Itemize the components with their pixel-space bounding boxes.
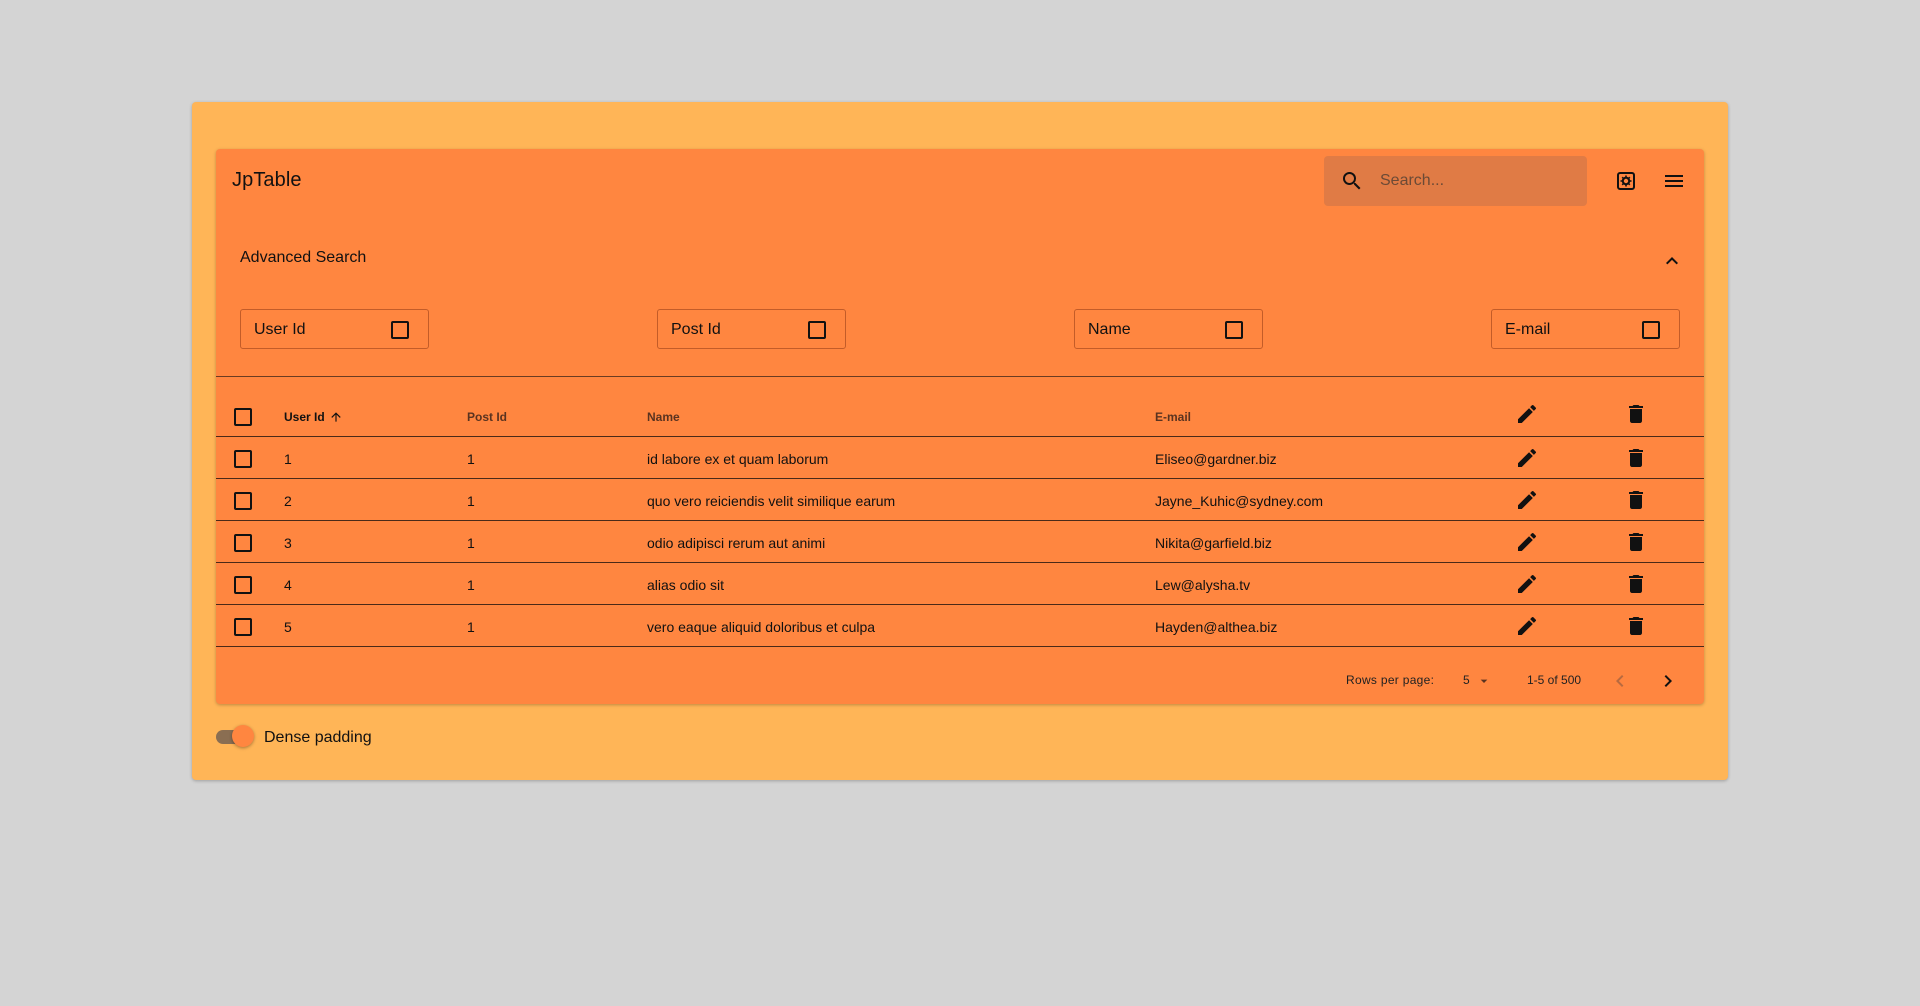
advanced-search-title[interactable]: Advanced Search [240,249,366,267]
filter-email[interactable]: E-mail [1491,309,1680,349]
table-row[interactable]: 4 1 alias odio sit Lew@alysha.tv [216,563,1704,605]
row-checkbox[interactable] [234,450,252,468]
dense-padding-label: Dense padding [264,729,372,746]
filter-checkbox[interactable] [1642,321,1660,339]
delete-icon[interactable] [1624,402,1648,426]
rows-per-page-select[interactable]: 5 [1463,671,1495,691]
cell-email: Eliseo@gardner.biz [1155,451,1277,467]
cell-email: Nikita@garfield.biz [1155,535,1272,551]
cell-name: id labore ex et quam laborum [647,451,829,467]
search-icon [1340,169,1364,193]
edit-icon[interactable] [1515,530,1539,554]
cell-user-id: 5 [284,619,292,635]
filter-label: User Id [254,321,306,338]
column-label: User Id [284,410,325,424]
dense-padding-switch[interactable] [232,725,254,747]
cell-name: alias odio sit [647,577,725,593]
cell-post-id: 1 [467,619,475,635]
table-row[interactable]: 1 1 id labore ex et quam laborum Eliseo@… [216,437,1704,479]
cell-user-id: 3 [284,535,292,551]
filter-name[interactable]: Name [1074,309,1263,349]
column-header-email[interactable]: E-mail [1155,410,1191,424]
filter-checkbox[interactable] [391,321,409,339]
row-checkbox[interactable] [234,492,252,510]
edit-icon[interactable] [1515,402,1539,426]
page-title: JpTable [232,169,302,191]
delete-icon[interactable] [1624,530,1648,554]
table-row[interactable]: 5 1 vero eaque aliquid doloribus et culp… [216,605,1704,647]
filter-checkbox[interactable] [808,321,826,339]
filter-post-id[interactable]: Post Id [657,309,846,349]
edit-icon[interactable] [1515,614,1539,638]
delete-icon[interactable] [1624,488,1648,512]
settings-icon[interactable] [1614,169,1638,193]
cell-user-id: 1 [284,451,292,467]
cell-post-id: 1 [467,493,475,509]
column-header-name[interactable]: Name [647,410,680,424]
menu-icon[interactable] [1662,169,1686,193]
filter-label: E-mail [1505,321,1551,338]
toolbar: JpTable [216,149,1704,213]
row-checkbox[interactable] [234,534,252,552]
rows-per-page-label: Rows per page: [1346,673,1435,687]
cell-post-id: 1 [467,535,475,551]
cell-email: Lew@alysha.tv [1155,577,1251,593]
column-header-post-id[interactable]: Post Id [467,410,507,424]
chevron-up-icon[interactable] [1660,249,1684,273]
filter-user-id[interactable]: User Id [240,309,429,349]
search-box[interactable] [1324,156,1587,206]
page-range: 1-5 of 500 [1527,673,1582,687]
row-checkbox[interactable] [234,618,252,636]
cell-post-id: 1 [467,577,475,593]
select-all-checkbox[interactable] [234,408,252,426]
table-container: JpTable Advanced Search [192,102,1728,780]
search-input[interactable] [1380,171,1570,191]
cell-name: odio adipisci rerum aut animi [647,535,826,551]
delete-icon[interactable] [1624,614,1648,638]
filter-label: Name [1088,321,1131,338]
filter-checkbox[interactable] [1225,321,1243,339]
cell-email: Jayne_Kuhic@sydney.com [1155,493,1324,509]
pagination: Rows per page: 5 1-5 of 500 [216,657,1704,703]
delete-icon[interactable] [1624,446,1648,470]
column-header-user-id[interactable]: User Id [284,410,343,424]
table-paper: JpTable Advanced Search [216,149,1704,704]
table-header: User Id Post Id Name E-mail [216,395,1704,437]
chevron-left-icon[interactable] [1608,669,1632,693]
cell-user-id: 2 [284,493,292,509]
delete-icon[interactable] [1624,572,1648,596]
table-row[interactable]: 2 1 quo vero reiciendis velit similique … [216,479,1704,521]
row-checkbox[interactable] [234,576,252,594]
caret-down-icon [1476,673,1492,689]
cell-name: quo vero reiciendis velit similique earu… [647,493,896,509]
table-row[interactable]: 3 1 odio adipisci rerum aut animi Nikita… [216,521,1704,563]
edit-icon[interactable] [1515,446,1539,470]
rows-per-page-value: 5 [1463,673,1470,687]
cell-name: vero eaque aliquid doloribus et culpa [647,619,876,635]
cell-email: Hayden@althea.biz [1155,619,1278,635]
arrow-up-icon [329,410,343,424]
cell-post-id: 1 [467,451,475,467]
edit-icon[interactable] [1515,572,1539,596]
advanced-search-panel: Advanced Search User Id Post Id Name E-m… [216,229,1704,377]
cell-user-id: 4 [284,577,292,593]
chevron-right-icon[interactable] [1656,669,1680,693]
filter-label: Post Id [671,321,721,338]
edit-icon[interactable] [1515,488,1539,512]
